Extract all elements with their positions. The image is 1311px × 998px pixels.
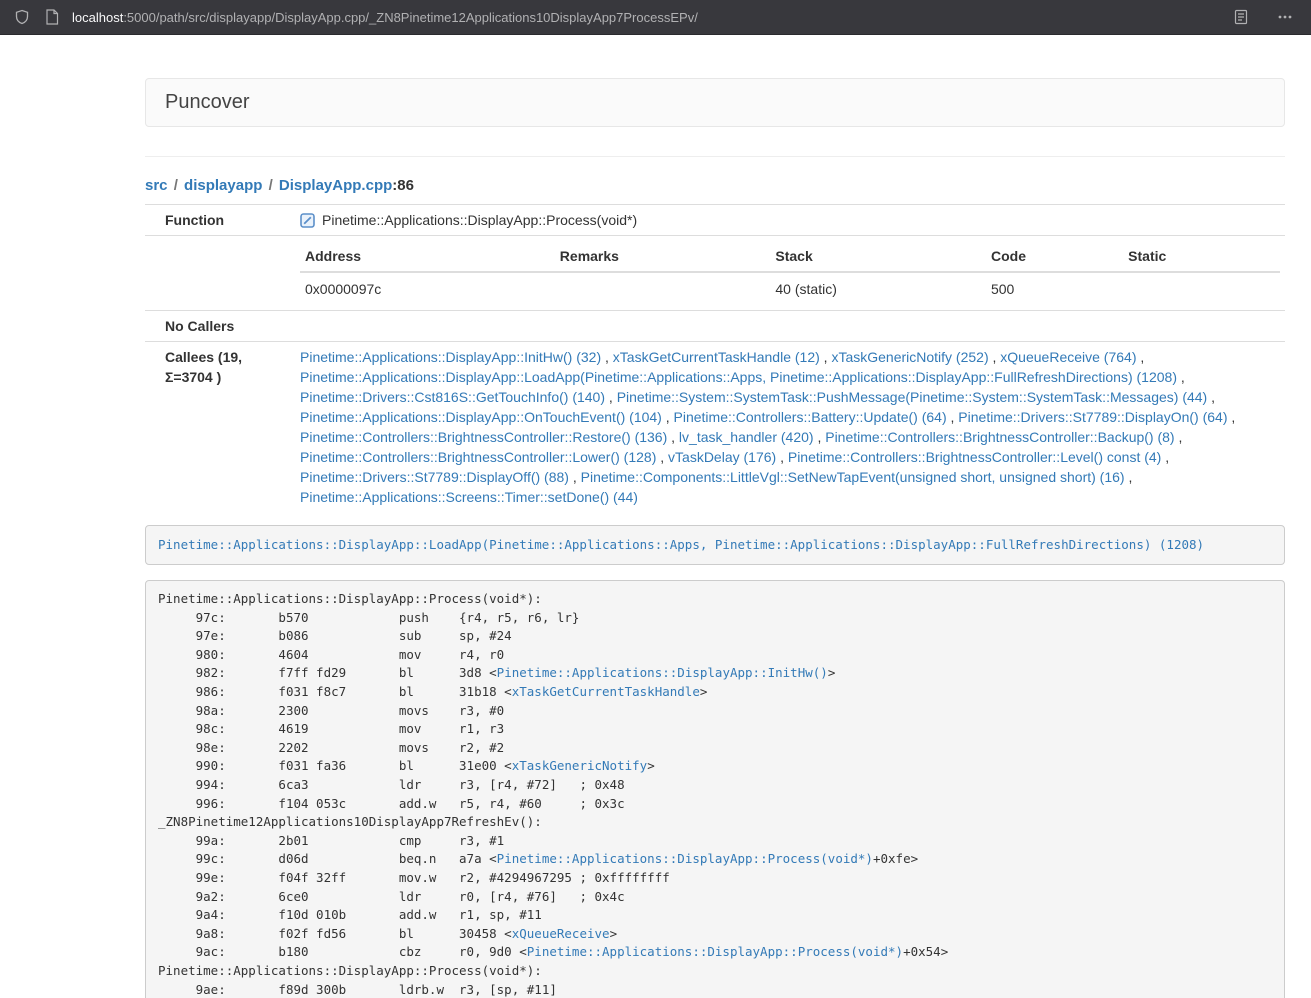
callee-link[interactable]: xTaskGetCurrentTaskHandle (12) — [613, 349, 820, 365]
callee-link[interactable]: Pinetime::Drivers::St7789::DisplayOn() (… — [958, 409, 1227, 425]
callee-link[interactable]: Pinetime::Applications::DisplayApp::OnTo… — [300, 409, 662, 425]
callee-link[interactable]: Pinetime::Controllers::BrightnessControl… — [825, 429, 1174, 445]
breadcrumb-separator: / — [262, 177, 279, 194]
detail-value-cell: 0x0000097c — [300, 272, 555, 305]
function-table: Function Pinetime::Applications::Display… — [145, 204, 1285, 512]
callee-link[interactable]: Pinetime::Drivers::St7789::DisplayOff() … — [300, 469, 569, 485]
browser-address-bar[interactable]: localhost:5000/path/src/displayapp/Displ… — [0, 0, 1311, 35]
app-header: Puncover — [145, 78, 1285, 127]
page-container: Puncover src / displayapp / DisplayApp.c… — [145, 78, 1285, 998]
disassembly: Pinetime::Applications::DisplayApp::Proc… — [145, 580, 1285, 998]
shield-icon[interactable] — [10, 5, 34, 29]
callee-link[interactable]: Pinetime::Controllers::BrightnessControl… — [300, 449, 656, 465]
reader-view-icon[interactable] — [1229, 5, 1253, 29]
breadcrumb-link[interactable]: displayapp — [184, 177, 262, 194]
no-callers-label: No Callers — [145, 311, 295, 342]
callees-label: Callees (19, Σ=3704 ) — [145, 342, 295, 513]
method-icon — [300, 213, 315, 228]
detail-column-header: Code — [986, 241, 1123, 272]
breadcrumb: src / displayapp / DisplayApp.cpp:86 — [145, 177, 1285, 194]
symbol-link[interactable]: Pinetime::Applications::DisplayApp::Proc… — [497, 851, 873, 866]
url-text[interactable]: localhost:5000/path/src/displayapp/Displ… — [72, 10, 1229, 25]
callee-link[interactable]: Pinetime::Applications::Screens::Timer::… — [300, 489, 638, 505]
detail-column-header: Address — [300, 241, 555, 272]
breadcrumb-link[interactable]: src — [145, 177, 168, 194]
callee-link[interactable]: Pinetime::Controllers::Battery::Update()… — [674, 409, 947, 425]
callees-list: Pinetime::Applications::DisplayApp::Init… — [295, 342, 1285, 513]
page-actions-menu-icon[interactable] — [1273, 5, 1297, 29]
detail-value-cell — [1123, 272, 1280, 305]
callee-link[interactable]: Pinetime::Applications::DisplayApp::Load… — [300, 369, 1177, 385]
url-host: localhost — [72, 10, 123, 25]
app-title[interactable]: Puncover — [165, 91, 250, 113]
symbol-link[interactable]: Pinetime::Applications::DisplayApp::Init… — [497, 665, 828, 680]
divider — [145, 156, 1285, 157]
breadcrumb-separator: / — [168, 177, 185, 194]
no-callers-row: No Callers — [145, 311, 1285, 342]
function-label: Function — [145, 205, 295, 236]
detail-value-cell — [555, 272, 771, 305]
callee-link[interactable]: vTaskDelay (176) — [668, 449, 776, 465]
callee-link[interactable]: Pinetime::Applications::DisplayApp::Init… — [300, 349, 601, 365]
function-detail-row: AddressRemarksStackCodeStatic 0x0000097c… — [145, 236, 1285, 311]
detail-header-row: AddressRemarksStackCodeStatic — [300, 241, 1280, 272]
callee-link[interactable]: Pinetime::Components::LittleVgl::SetNewT… — [581, 469, 1125, 485]
highlighted-symbol-box: Pinetime::Applications::DisplayApp::Load… — [145, 525, 1285, 565]
breadcrumb-line-number: :86 — [392, 177, 414, 194]
detail-column-header: Stack — [770, 241, 986, 272]
page-info-icon[interactable] — [40, 5, 64, 29]
detail-value-cell: 40 (static) — [770, 272, 986, 305]
detail-column-header: Static — [1123, 241, 1280, 272]
symbol-link[interactable]: xTaskGenericNotify — [512, 758, 647, 773]
callees-row: Callees (19, Σ=3704 ) Pinetime::Applicat… — [145, 342, 1285, 513]
detail-value-cell: 500 — [986, 272, 1123, 305]
breadcrumb-link[interactable]: DisplayApp.cpp — [279, 177, 392, 194]
detail-value-row: 0x0000097c 40 (static)500 — [300, 272, 1280, 305]
callee-link[interactable]: Pinetime::Controllers::BrightnessControl… — [788, 449, 1161, 465]
url-path: :5000/path/src/displayapp/DisplayApp.cpp… — [123, 10, 698, 25]
symbol-link[interactable]: xQueueReceive — [512, 926, 610, 941]
callee-link[interactable]: xTaskGenericNotify (252) — [831, 349, 988, 365]
detail-column-header: Remarks — [555, 241, 771, 272]
symbol-link[interactable]: Pinetime::Applications::DisplayApp::Proc… — [527, 944, 903, 959]
symbol-link[interactable]: xTaskGetCurrentTaskHandle — [512, 684, 700, 699]
detail-table: AddressRemarksStackCodeStatic 0x0000097c… — [300, 241, 1280, 305]
function-name: Pinetime::Applications::DisplayApp::Proc… — [322, 210, 637, 230]
highlighted-symbol-link[interactable]: Pinetime::Applications::DisplayApp::Load… — [158, 537, 1204, 552]
callee-link[interactable]: lv_task_handler (420) — [679, 429, 814, 445]
callee-link[interactable]: Pinetime::Controllers::BrightnessControl… — [300, 429, 667, 445]
callee-link[interactable]: xQueueReceive (764) — [1000, 349, 1136, 365]
callee-link[interactable]: Pinetime::Drivers::Cst816S::GetTouchInfo… — [300, 389, 605, 405]
callee-link[interactable]: Pinetime::System::SystemTask::PushMessag… — [617, 389, 1208, 405]
function-row: Function Pinetime::Applications::Display… — [145, 205, 1285, 236]
